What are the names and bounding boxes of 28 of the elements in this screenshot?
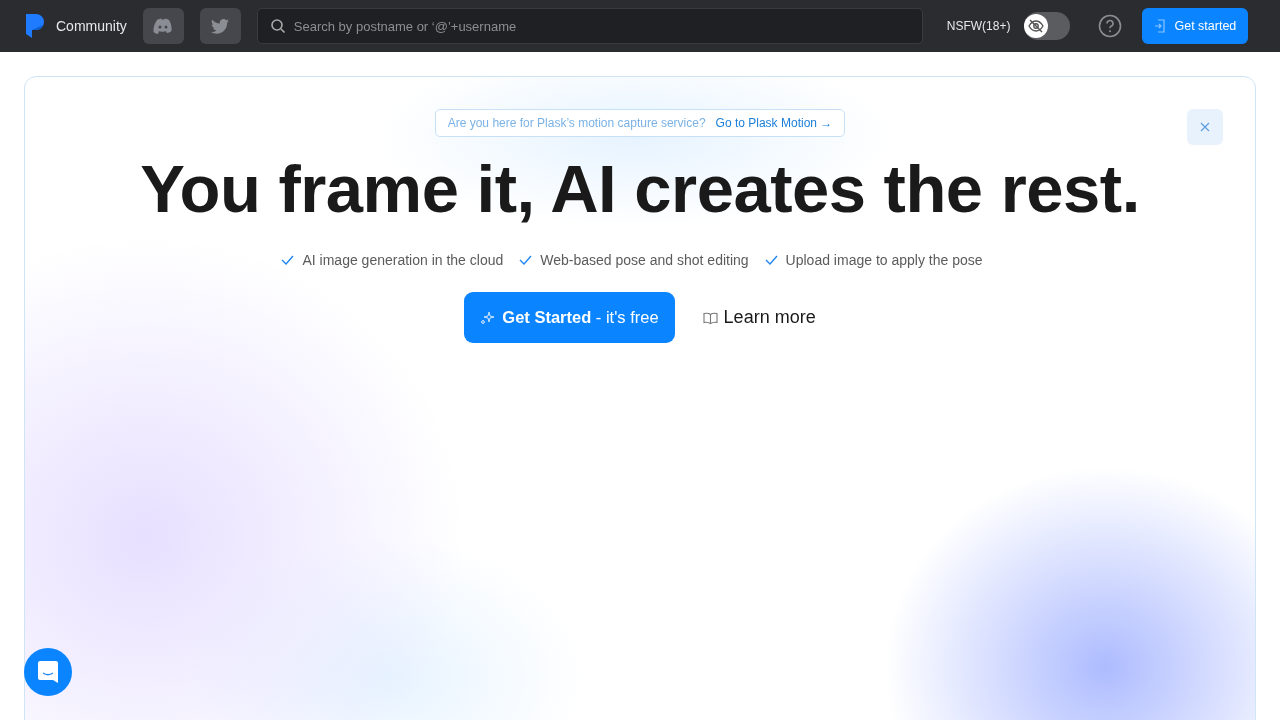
feature-text: Web-based pose and shot editing: [540, 252, 749, 268]
close-icon: [1200, 122, 1210, 132]
check-icon: [281, 255, 295, 265]
nsfw-toggle[interactable]: [1024, 12, 1071, 40]
learn-more-button[interactable]: Learn more: [702, 307, 816, 328]
plask-motion-link[interactable]: Go to Plask Motion →: [715, 116, 833, 130]
feature-text: Upload image to apply the pose: [785, 252, 983, 268]
brand-name[interactable]: Community: [56, 18, 127, 34]
notice-text: Are you here for Plask’s motion capture service?: [447, 116, 706, 130]
get-started-button[interactable]: Get started: [1142, 8, 1249, 44]
nsfw-label: NSFW(18+): [946, 19, 1011, 33]
chat-icon: [37, 660, 59, 684]
sign-in-icon: [1154, 19, 1167, 33]
logo-icon[interactable]: [24, 12, 46, 40]
feature-text: AI image generation in the cloud: [302, 252, 504, 268]
bird-icon: [211, 18, 230, 34]
search-field[interactable]: Search by postname or ‘@’+username: [256, 8, 923, 44]
sparkle-icon: [480, 309, 497, 326]
check-icon: [519, 255, 533, 265]
controller-icon: [153, 18, 174, 34]
book-icon: [702, 311, 718, 324]
discord-button[interactable]: [142, 8, 184, 44]
help-icon[interactable]: [1098, 14, 1123, 38]
get-started-free-button[interactable]: Get Started - it's free: [464, 292, 675, 343]
eye-icon: [1027, 17, 1046, 35]
hero-title: You frame it, AI creates the rest.: [140, 155, 1140, 222]
bird-button[interactable]: [199, 8, 241, 44]
check-icon: [764, 255, 778, 265]
